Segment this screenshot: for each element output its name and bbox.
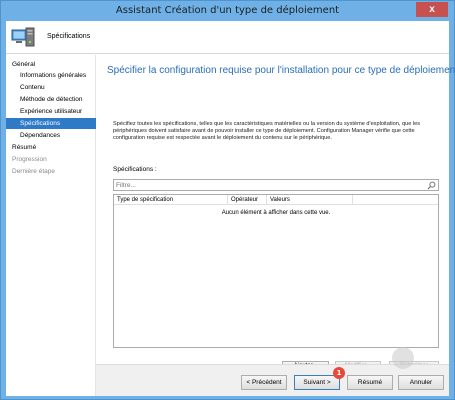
sidebar-item-detection-method: Méthode de détection [20, 96, 83, 103]
sidebar-item-general: Général [12, 61, 36, 68]
next-button[interactable]: Suivant > [294, 375, 340, 390]
sidebar-item-summary: Résumé [12, 144, 37, 151]
empty-list-message: Aucun élément à afficher dans cette vue. [221, 210, 331, 216]
previous-button[interactable]: < Précédent [241, 375, 287, 390]
step-marker-badge: 1 [333, 367, 345, 379]
requirements-list-label: Spécifications : [113, 166, 157, 173]
window-title: Assistant Création d'un type de déploiem… [115, 5, 340, 16]
summary-button[interactable]: Résumé [347, 375, 393, 390]
search-icon[interactable] [427, 181, 436, 190]
watermark-logo [392, 347, 414, 369]
header-title: Spécifications [47, 33, 91, 40]
filter-input[interactable] [114, 180, 414, 190]
wizard-window: Assistant Création d'un type de déploiem… [0, 0, 455, 400]
cancel-button[interactable]: Annuler [398, 375, 444, 390]
column-header-operator[interactable]: Opérateur [228, 195, 267, 205]
wizard-footer: < Précédent Suivant > Résumé Annuler [96, 364, 449, 396]
wizard-sidebar: Général Informations générales Contenu M… [6, 55, 96, 396]
sidebar-item-requirements: Spécifications [6, 118, 96, 129]
column-header-requirement-type[interactable]: Type de spécification [114, 195, 228, 205]
page-description: Spécifiez toutes les spécifications, tel… [113, 121, 421, 141]
close-button[interactable]: x [416, 2, 448, 17]
sidebar-item-completion: Dernière étape [12, 168, 55, 175]
filter-box[interactable] [113, 179, 439, 191]
sidebar-item-progress: Progression [12, 156, 47, 163]
sidebar-item-dependencies: Dépendances [20, 132, 61, 139]
computer-icon [11, 27, 35, 47]
wizard-client-area: Spécifications Général Informations géné… [6, 21, 455, 396]
requirements-table[interactable]: Type de spécification Opérateur Valeurs … [113, 194, 439, 348]
title-bar[interactable]: Assistant Création d'un type de déploiem… [1, 1, 454, 21]
sidebar-item-content: Contenu [20, 84, 45, 91]
column-header-values[interactable]: Valeurs [267, 195, 353, 205]
table-header: Type de spécification Opérateur Valeurs [114, 195, 438, 205]
wizard-header: Spécifications [6, 21, 449, 54]
sidebar-item-general-information: Informations générales [20, 72, 87, 79]
close-icon: x [429, 4, 435, 15]
sidebar-item-user-experience: Expérience utilisateur [20, 108, 83, 115]
page-heading: Spécifier la configuration requise pour … [107, 65, 455, 76]
main-content: Spécifier la configuration requise pour … [99, 55, 455, 372]
